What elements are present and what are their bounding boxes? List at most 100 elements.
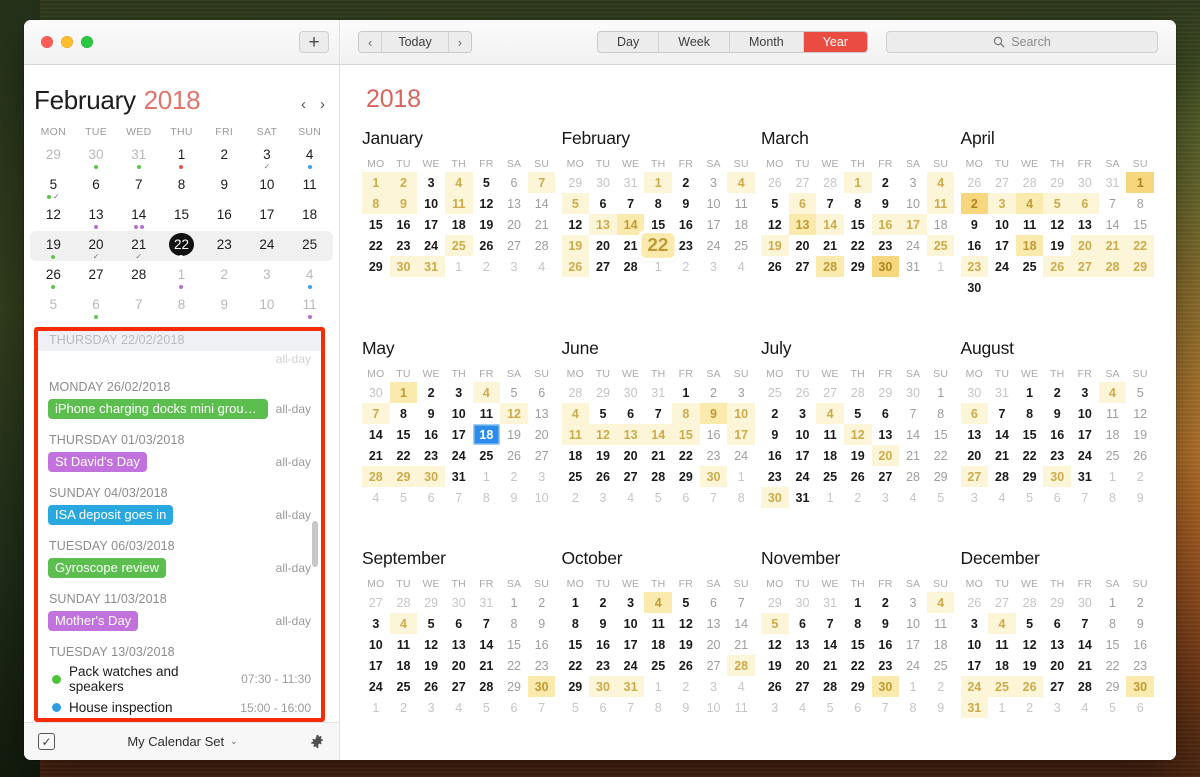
mini-calendar-day[interactable]: 9 — [203, 291, 246, 321]
month-day-cell[interactable]: 7 — [617, 193, 645, 214]
month-day-cell[interactable]: 17 — [700, 214, 728, 235]
month-day-cell[interactable]: 2 — [700, 382, 728, 403]
month-day-cell[interactable]: 8 — [844, 613, 872, 634]
month-day-cell[interactable]: 10 — [417, 193, 445, 214]
month-day-cell[interactable]: 6 — [617, 403, 645, 424]
month-day-cell[interactable]: 14 — [362, 424, 390, 445]
month-day-cell[interactable]: 15 — [644, 214, 672, 235]
month-day-cell[interactable]: 14 — [727, 613, 755, 634]
month-day-cell[interactable]: 28 — [644, 466, 672, 487]
mini-calendar-day[interactable]: 10 — [246, 171, 289, 201]
month-day-cell[interactable]: 27 — [789, 256, 817, 277]
month-day-cell[interactable]: 13 — [961, 424, 989, 445]
month-day-cell-outside[interactable]: 6 — [1126, 697, 1154, 718]
month-day-cell[interactable]: 10 — [700, 193, 728, 214]
month-day-cell[interactable]: 28 — [899, 466, 927, 487]
month-day-cell[interactable]: 30 — [1126, 676, 1154, 697]
event-row[interactable]: Gyroscope review all-day — [48, 557, 313, 583]
month-day-cell-outside[interactable]: 1 — [1099, 466, 1127, 487]
month-day-cell-outside[interactable]: 26 — [761, 172, 789, 193]
month-day-cell-outside[interactable]: 4 — [988, 487, 1016, 508]
month-day-cell[interactable]: 28 — [362, 466, 390, 487]
month-day-cell[interactable]: 1 — [1099, 592, 1127, 613]
month-day-cell[interactable]: 18 — [644, 634, 672, 655]
month-day-cell-outside[interactable]: 1 — [362, 697, 390, 718]
month-day-cell[interactable]: 17 — [899, 214, 927, 235]
month-day-cell[interactable]: 26 — [761, 256, 789, 277]
month-day-cell-outside[interactable]: 2 — [1126, 466, 1154, 487]
prev-period-button[interactable]: ‹ — [359, 32, 383, 52]
month-day-cell[interactable]: 27 — [589, 256, 617, 277]
month-day-cell-outside[interactable]: 31 — [644, 382, 672, 403]
month-day-cell[interactable]: 7 — [1071, 613, 1099, 634]
month-day-cell[interactable]: 16 — [761, 445, 789, 466]
month-day-cell[interactable]: 10 — [362, 634, 390, 655]
month-day-cell[interactable]: 19 — [761, 655, 789, 676]
month-day-cell[interactable]: 24 — [617, 655, 645, 676]
month-day-cell[interactable]: 31 — [789, 487, 817, 508]
mini-calendar-day[interactable]: 23 — [203, 231, 246, 261]
month-day-cell[interactable]: 14 — [1071, 634, 1099, 655]
month-day-cell[interactable]: 31 — [1071, 466, 1099, 487]
month-day-cell[interactable]: 15 — [927, 424, 955, 445]
month-day-cell[interactable]: 26 — [589, 466, 617, 487]
month-day-cell[interactable]: 20 — [617, 445, 645, 466]
month-day-cell[interactable]: 21 — [1071, 655, 1099, 676]
month-day-cell[interactable]: 12 — [1126, 403, 1154, 424]
month-day-cell[interactable]: 6 — [528, 382, 556, 403]
month-day-cell-outside[interactable]: 3 — [872, 487, 900, 508]
month-day-cell-outside[interactable]: 30 — [362, 382, 390, 403]
month-day-cell[interactable]: 7 — [727, 592, 755, 613]
month-day-cell[interactable]: 28 — [528, 235, 556, 256]
month-day-cell[interactable]: 13 — [872, 424, 900, 445]
month-day-cell-outside[interactable]: 29 — [761, 592, 789, 613]
month-day-cell[interactable]: 2 — [872, 172, 900, 193]
month-day-cell[interactable]: 3 — [988, 193, 1016, 214]
month-day-cell[interactable]: 21 — [1098, 235, 1127, 256]
month-day-cell[interactable]: 10 — [617, 613, 645, 634]
month-day-cell[interactable]: 25 — [444, 235, 473, 256]
month-day-cell[interactable]: 13 — [528, 403, 556, 424]
month-day-cell-outside[interactable]: 30 — [789, 592, 817, 613]
month-day-cell[interactable]: 14 — [473, 634, 501, 655]
month-day-cell-outside[interactable]: 6 — [1043, 487, 1071, 508]
search-input[interactable]: Search — [886, 31, 1158, 53]
mini-calendar-day[interactable]: 26 — [32, 261, 75, 291]
month-day-cell[interactable]: 3 — [362, 613, 390, 634]
month-day-cell[interactable]: 17 — [445, 424, 473, 445]
event-row[interactable]: all-day — [48, 351, 313, 371]
month-day-cell-outside[interactable]: 2 — [390, 697, 418, 718]
month-day-cell[interactable]: 28 — [816, 676, 844, 697]
month-day-cell-outside[interactable]: 3 — [417, 697, 445, 718]
month-day-cell[interactable]: 30 — [417, 466, 445, 487]
month-day-cell[interactable]: 6 — [500, 172, 528, 193]
month-day-cell[interactable]: 9 — [761, 424, 789, 445]
month-day-cell[interactable]: 9 — [1043, 403, 1071, 424]
month-day-cell-outside[interactable]: 1 — [927, 256, 955, 277]
month-day-cell[interactable]: 24 — [727, 445, 755, 466]
month-day-cell-outside[interactable]: 4 — [727, 676, 755, 697]
month-day-cell-outside[interactable]: 3 — [528, 466, 556, 487]
month-day-cell-outside[interactable]: 7 — [872, 697, 900, 718]
month-day-cell[interactable]: 18 — [472, 424, 501, 445]
month-day-cell[interactable]: 4 — [644, 592, 673, 613]
month-day-cell-outside[interactable]: 28 — [1016, 172, 1044, 193]
month-day-cell[interactable]: 18 — [1099, 424, 1127, 445]
month-day-cell[interactable]: 19 — [500, 424, 528, 445]
month-day-cell[interactable]: 22 — [562, 655, 590, 676]
month-day-cell[interactable]: 25 — [473, 445, 501, 466]
mini-calendar-day[interactable]: 7 — [117, 171, 160, 201]
month-name[interactable]: November — [761, 548, 955, 569]
month-day-cell[interactable]: 17 — [789, 445, 817, 466]
month-day-cell-outside[interactable]: 10 — [700, 697, 728, 718]
event-row[interactable]: House inspection 15:00 - 16:00 — [48, 699, 313, 718]
month-day-cell-outside[interactable]: 6 — [417, 487, 445, 508]
month-day-cell-outside[interactable]: 29 — [417, 592, 445, 613]
month-day-cell[interactable]: 11 — [473, 403, 501, 424]
month-day-cell[interactable]: 22 — [500, 655, 528, 676]
month-day-cell[interactable]: 26 — [1043, 256, 1072, 277]
month-day-cell-outside[interactable]: 9 — [672, 697, 700, 718]
tab-day[interactable]: Day — [598, 32, 660, 52]
month-day-cell[interactable]: 11 — [1016, 214, 1044, 235]
month-day-cell[interactable]: 22 — [1099, 655, 1127, 676]
